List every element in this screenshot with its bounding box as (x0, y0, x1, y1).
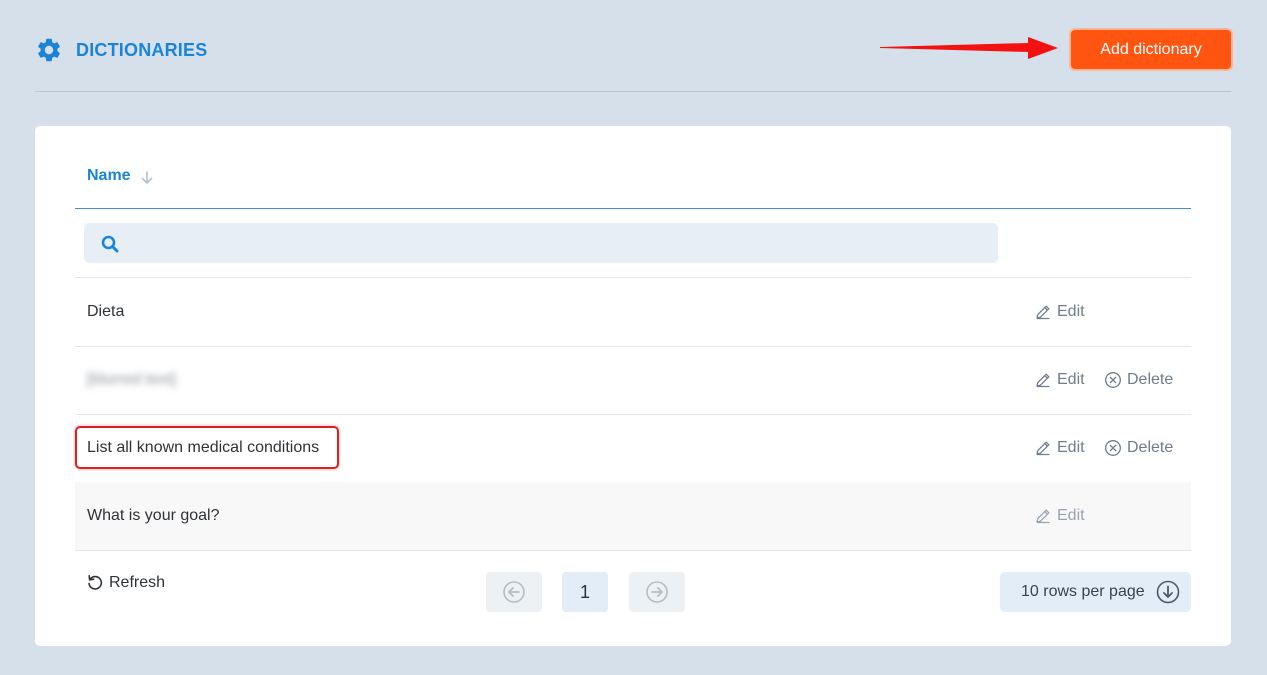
header-divider (35, 91, 1231, 92)
table-row[interactable]: What is your goal? Edit (75, 482, 1191, 551)
dictionaries-table-card: Name Dieta Edit [blurred text] Edit Dele… (35, 126, 1231, 646)
page-title: DICTIONARIES (35, 36, 207, 64)
delete-label: Delete (1127, 439, 1174, 456)
edit-label: Edit (1057, 439, 1085, 456)
row-name: What is your goal? (87, 507, 220, 524)
edit-button[interactable]: Edit (1034, 278, 1085, 346)
annotation-arrow-icon (880, 37, 1058, 59)
search-icon (101, 235, 119, 253)
edit-label: Edit (1057, 371, 1085, 388)
edit-icon (1036, 441, 1050, 456)
rows-per-page-select[interactable]: 10 rows per page (1000, 572, 1191, 612)
edit-button[interactable]: Edit (1034, 346, 1085, 414)
dropdown-arrow-icon (1156, 580, 1180, 604)
next-page-button[interactable] (629, 572, 685, 612)
edit-label: Edit (1057, 507, 1085, 524)
add-dictionary-button[interactable]: Add dictionary (1071, 30, 1231, 69)
sort-arrow-icon[interactable] (139, 170, 155, 186)
table-row[interactable]: Dieta Edit (75, 278, 1191, 347)
table-footer: Refresh 1 10 rows per page (75, 560, 1191, 620)
table-header: Name (75, 126, 1191, 209)
column-header-name[interactable]: Name (87, 167, 131, 185)
page-title-text: DICTIONARIES (76, 39, 208, 60)
delete-button[interactable]: Delete (1104, 346, 1173, 414)
rows-per-page-label: 10 rows per page (1021, 583, 1145, 600)
edit-label: Edit (1057, 303, 1085, 320)
prev-page-icon (503, 581, 525, 603)
table-row[interactable]: List all known medical conditions Edit D… (75, 414, 1191, 483)
search-row (75, 209, 1191, 278)
gear-icon (38, 38, 60, 62)
edit-button[interactable]: Edit (1034, 414, 1085, 482)
delete-icon (1105, 440, 1121, 456)
next-page-icon (646, 581, 668, 603)
search-input[interactable] (128, 223, 992, 265)
search-box (84, 223, 998, 265)
prev-page-button[interactable] (486, 572, 542, 612)
delete-icon (1105, 372, 1121, 388)
delete-label: Delete (1127, 371, 1174, 388)
refresh-icon (88, 575, 103, 590)
edit-icon (1036, 509, 1050, 524)
edit-button[interactable]: Edit (1034, 482, 1085, 550)
row-name: Dieta (87, 303, 125, 320)
row-name: List all known medical conditions (87, 439, 320, 456)
edit-icon (1036, 305, 1050, 320)
delete-button[interactable]: Delete (1104, 414, 1173, 482)
row-name-redacted: [blurred text] (87, 371, 176, 388)
current-page[interactable]: 1 (562, 572, 608, 612)
edit-icon (1036, 373, 1050, 388)
refresh-button[interactable]: Refresh (86, 574, 165, 592)
table-row[interactable]: [blurred text] Edit Delete (75, 346, 1191, 415)
refresh-label: Refresh (109, 574, 166, 591)
